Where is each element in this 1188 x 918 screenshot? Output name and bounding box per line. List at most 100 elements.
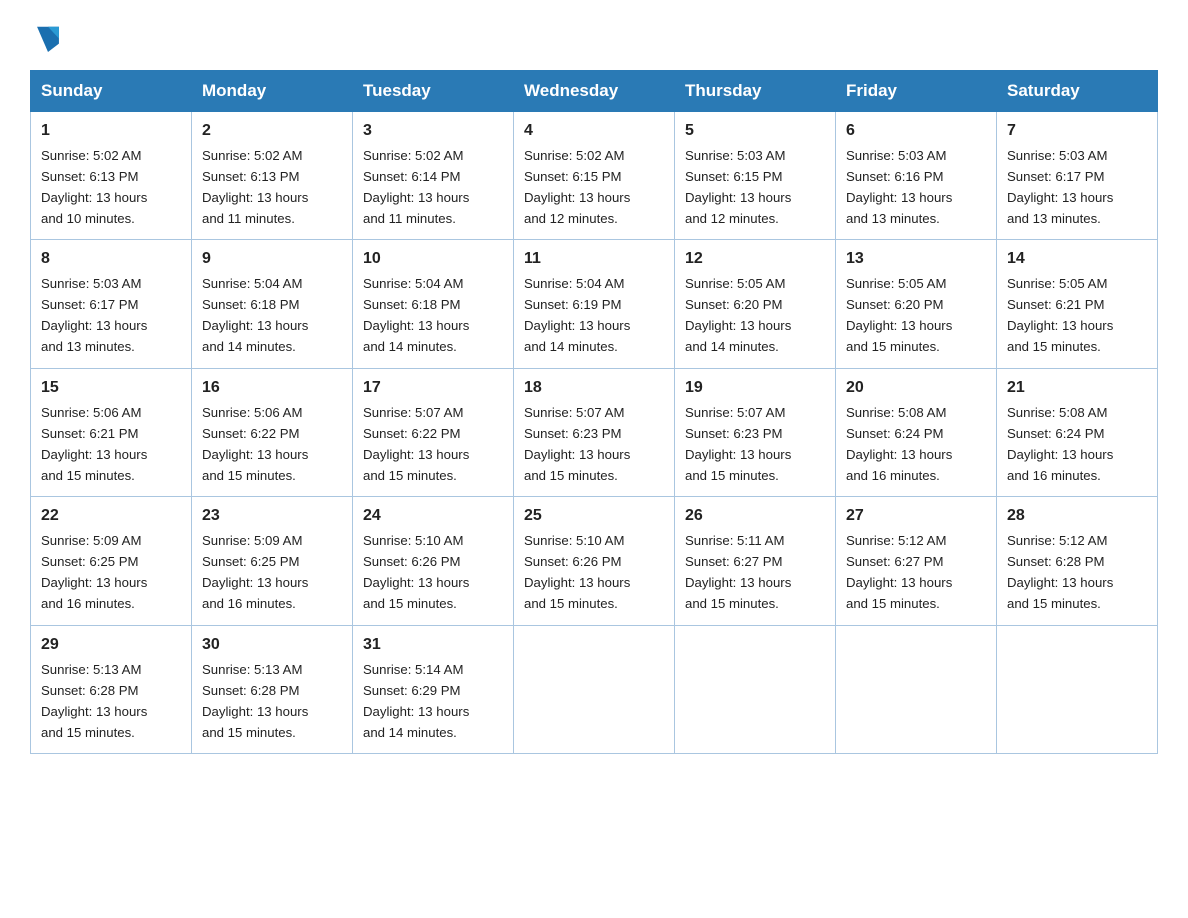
week-row-4: 22Sunrise: 5:09 AMSunset: 6:25 PMDayligh… xyxy=(31,497,1158,625)
week-row-1: 1 Sunrise: 5:02 AMSunset: 6:13 PMDaylight… xyxy=(31,112,1158,240)
day-info: Sunrise: 5:06 AMSunset: 6:22 PMDaylight:… xyxy=(202,405,308,483)
weekday-header-wednesday: Wednesday xyxy=(514,71,675,112)
calendar-cell: 8 Sunrise: 5:03 AMSunset: 6:17 PMDaylight… xyxy=(31,240,192,368)
day-info: Sunrise: 5:12 AMSunset: 6:28 PMDaylight:… xyxy=(1007,533,1113,611)
calendar-cell: 23 Sunrise: 5:09 AMSunset: 6:25 PMDayligh… xyxy=(192,497,353,625)
day-number: 31 xyxy=(363,633,503,658)
calendar-cell: 20 Sunrise: 5:08 AMSunset: 6:24 PMDayligh… xyxy=(836,368,997,496)
calendar-cell: 26 Sunrise: 5:11 AMSunset: 6:27 PMDayligh… xyxy=(675,497,836,625)
day-number: 25 xyxy=(524,504,664,529)
week-row-5: 29Sunrise: 5:13 AMSunset: 6:28 PMDayligh… xyxy=(31,625,1158,753)
weekday-header-sunday: Sunday xyxy=(31,71,192,112)
day-info: Sunrise: 5:03 AMSunset: 6:15 PMDaylight:… xyxy=(685,148,791,226)
day-info: Sunrise: 5:07 AMSunset: 6:23 PMDaylight:… xyxy=(524,405,630,483)
day-number: 1 xyxy=(41,119,181,144)
calendar-cell: 12Sunrise: 5:05 AMSunset: 6:20 PMDayligh… xyxy=(675,240,836,368)
calendar-cell: 31 Sunrise: 5:14 AMSunset: 6:29 PMDayligh… xyxy=(353,625,514,753)
calendar-cell xyxy=(675,625,836,753)
calendar-cell: 22Sunrise: 5:09 AMSunset: 6:25 PMDayligh… xyxy=(31,497,192,625)
day-number: 14 xyxy=(1007,247,1147,272)
day-info: Sunrise: 5:02 AMSunset: 6:13 PMDaylight:… xyxy=(41,148,147,226)
weekday-header-saturday: Saturday xyxy=(997,71,1158,112)
calendar-cell: 2 Sunrise: 5:02 AMSunset: 6:13 PMDaylight… xyxy=(192,112,353,240)
day-info: Sunrise: 5:04 AMSunset: 6:19 PMDaylight:… xyxy=(524,276,630,354)
calendar-cell: 11 Sunrise: 5:04 AMSunset: 6:19 PMDayligh… xyxy=(514,240,675,368)
day-info: Sunrise: 5:07 AMSunset: 6:23 PMDaylight:… xyxy=(685,405,791,483)
calendar-cell xyxy=(997,625,1158,753)
calendar-cell: 25 Sunrise: 5:10 AMSunset: 6:26 PMDayligh… xyxy=(514,497,675,625)
day-number: 28 xyxy=(1007,504,1147,529)
calendar-cell xyxy=(514,625,675,753)
calendar-cell: 4 Sunrise: 5:02 AMSunset: 6:15 PMDaylight… xyxy=(514,112,675,240)
calendar-cell: 14 Sunrise: 5:05 AMSunset: 6:21 PMDayligh… xyxy=(997,240,1158,368)
day-number: 8 xyxy=(41,247,181,272)
week-row-2: 8 Sunrise: 5:03 AMSunset: 6:17 PMDaylight… xyxy=(31,240,1158,368)
day-info: Sunrise: 5:02 AMSunset: 6:15 PMDaylight:… xyxy=(524,148,630,226)
day-info: Sunrise: 5:03 AMSunset: 6:17 PMDaylight:… xyxy=(1007,148,1113,226)
calendar-cell: 9Sunrise: 5:04 AMSunset: 6:18 PMDaylight… xyxy=(192,240,353,368)
day-number: 11 xyxy=(524,247,664,272)
day-number: 10 xyxy=(363,247,503,272)
day-number: 2 xyxy=(202,119,342,144)
day-info: Sunrise: 5:10 AMSunset: 6:26 PMDaylight:… xyxy=(363,533,469,611)
day-number: 4 xyxy=(524,119,664,144)
day-number: 23 xyxy=(202,504,342,529)
day-info: Sunrise: 5:08 AMSunset: 6:24 PMDaylight:… xyxy=(846,405,952,483)
calendar-cell xyxy=(836,625,997,753)
day-info: Sunrise: 5:04 AMSunset: 6:18 PMDaylight:… xyxy=(363,276,469,354)
weekday-header-row: SundayMondayTuesdayWednesdayThursdayFrid… xyxy=(31,71,1158,112)
calendar-cell: 19 Sunrise: 5:07 AMSunset: 6:23 PMDayligh… xyxy=(675,368,836,496)
day-info: Sunrise: 5:02 AMSunset: 6:13 PMDaylight:… xyxy=(202,148,308,226)
day-number: 19 xyxy=(685,376,825,401)
day-number: 30 xyxy=(202,633,342,658)
calendar-cell: 3 Sunrise: 5:02 AMSunset: 6:14 PMDaylight… xyxy=(353,112,514,240)
logo xyxy=(30,20,66,52)
day-info: Sunrise: 5:10 AMSunset: 6:26 PMDaylight:… xyxy=(524,533,630,611)
day-info: Sunrise: 5:08 AMSunset: 6:24 PMDaylight:… xyxy=(1007,405,1113,483)
calendar-cell: 24 Sunrise: 5:10 AMSunset: 6:26 PMDayligh… xyxy=(353,497,514,625)
calendar-cell: 15Sunrise: 5:06 AMSunset: 6:21 PMDayligh… xyxy=(31,368,192,496)
day-number: 17 xyxy=(363,376,503,401)
day-number: 9 xyxy=(202,247,342,272)
day-info: Sunrise: 5:09 AMSunset: 6:25 PMDaylight:… xyxy=(41,533,147,611)
day-number: 3 xyxy=(363,119,503,144)
day-number: 6 xyxy=(846,119,986,144)
day-number: 24 xyxy=(363,504,503,529)
day-info: Sunrise: 5:12 AMSunset: 6:27 PMDaylight:… xyxy=(846,533,952,611)
day-number: 20 xyxy=(846,376,986,401)
day-info: Sunrise: 5:14 AMSunset: 6:29 PMDaylight:… xyxy=(363,662,469,740)
calendar-cell: 21 Sunrise: 5:08 AMSunset: 6:24 PMDayligh… xyxy=(997,368,1158,496)
day-info: Sunrise: 5:13 AMSunset: 6:28 PMDaylight:… xyxy=(41,662,147,740)
calendar-cell: 28 Sunrise: 5:12 AMSunset: 6:28 PMDayligh… xyxy=(997,497,1158,625)
day-number: 21 xyxy=(1007,376,1147,401)
calendar-cell: 5Sunrise: 5:03 AMSunset: 6:15 PMDaylight… xyxy=(675,112,836,240)
calendar-table: SundayMondayTuesdayWednesdayThursdayFrid… xyxy=(30,70,1158,754)
calendar-cell: 6Sunrise: 5:03 AMSunset: 6:16 PMDaylight… xyxy=(836,112,997,240)
day-number: 16 xyxy=(202,376,342,401)
calendar-cell: 1 Sunrise: 5:02 AMSunset: 6:13 PMDaylight… xyxy=(31,112,192,240)
weekday-header-thursday: Thursday xyxy=(675,71,836,112)
day-number: 26 xyxy=(685,504,825,529)
calendar-cell: 7Sunrise: 5:03 AMSunset: 6:17 PMDaylight… xyxy=(997,112,1158,240)
calendar-cell: 27 Sunrise: 5:12 AMSunset: 6:27 PMDayligh… xyxy=(836,497,997,625)
day-info: Sunrise: 5:06 AMSunset: 6:21 PMDaylight:… xyxy=(41,405,147,483)
calendar-cell: 13Sunrise: 5:05 AMSunset: 6:20 PMDayligh… xyxy=(836,240,997,368)
weekday-header-monday: Monday xyxy=(192,71,353,112)
day-info: Sunrise: 5:11 AMSunset: 6:27 PMDaylight:… xyxy=(685,533,791,611)
day-info: Sunrise: 5:05 AMSunset: 6:21 PMDaylight:… xyxy=(1007,276,1113,354)
day-info: Sunrise: 5:02 AMSunset: 6:14 PMDaylight:… xyxy=(363,148,469,226)
calendar-cell: 29Sunrise: 5:13 AMSunset: 6:28 PMDayligh… xyxy=(31,625,192,753)
page-header xyxy=(30,20,1158,52)
day-info: Sunrise: 5:13 AMSunset: 6:28 PMDaylight:… xyxy=(202,662,308,740)
day-number: 18 xyxy=(524,376,664,401)
logo-icon xyxy=(32,20,64,52)
weekday-header-tuesday: Tuesday xyxy=(353,71,514,112)
day-number: 12 xyxy=(685,247,825,272)
day-info: Sunrise: 5:09 AMSunset: 6:25 PMDaylight:… xyxy=(202,533,308,611)
day-info: Sunrise: 5:03 AMSunset: 6:17 PMDaylight:… xyxy=(41,276,147,354)
calendar-cell: 30 Sunrise: 5:13 AMSunset: 6:28 PMDayligh… xyxy=(192,625,353,753)
day-number: 13 xyxy=(846,247,986,272)
day-number: 27 xyxy=(846,504,986,529)
calendar-cell: 16 Sunrise: 5:06 AMSunset: 6:22 PMDayligh… xyxy=(192,368,353,496)
calendar-cell: 18 Sunrise: 5:07 AMSunset: 6:23 PMDayligh… xyxy=(514,368,675,496)
